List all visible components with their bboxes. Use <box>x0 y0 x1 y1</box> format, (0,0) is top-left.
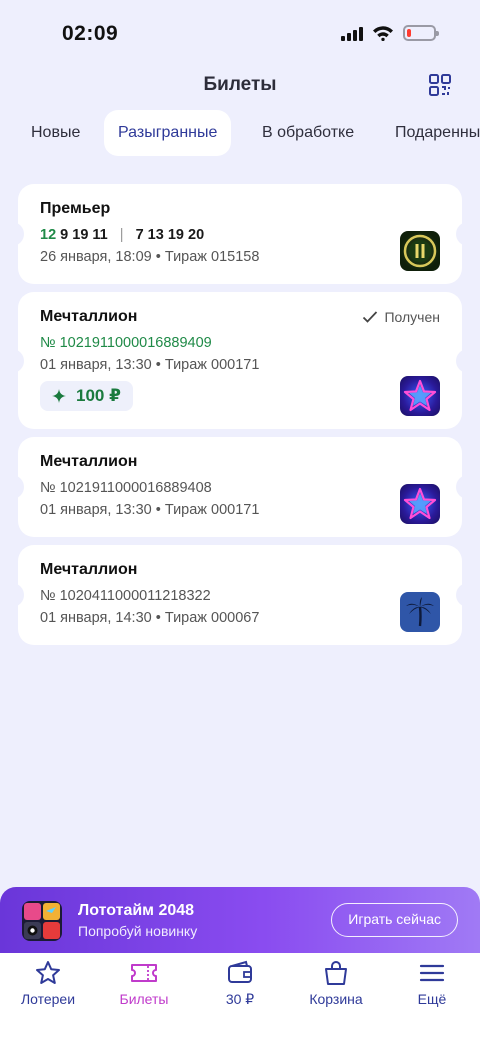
wallet-icon <box>228 960 252 983</box>
ticket-details: 26 января, 18:09 • Тираж 015158 <box>40 249 260 265</box>
status-time: 02:09 <box>62 22 119 45</box>
ticket-card[interactable]: Мечталлион Получен № 1021911000016889409… <box>12 292 468 429</box>
sparkle-icon <box>52 389 66 403</box>
ticket-card[interactable]: Мечталлион № 1020411000011218322 01 янва… <box>12 545 468 645</box>
battery-icon <box>403 25 439 41</box>
ticket-card[interactable]: Мечталлион № 1021911000016889408 01 янва… <box>12 437 468 537</box>
header: Билеты <box>0 70 480 102</box>
ticket-title: Мечталлион <box>40 308 138 325</box>
ticket-title: Мечталлион <box>40 561 138 578</box>
tab-drawn[interactable]: Разыгранные <box>104 110 232 156</box>
matched-number: 12 <box>40 227 57 243</box>
nav-item-lotteries[interactable]: Лотереи <box>0 959 96 1007</box>
numbers-separator: | <box>119 227 124 243</box>
tab-processing[interactable]: В обработке <box>248 110 368 156</box>
ticket-tabs: Новые Разыгранные В обработке Подаренные <box>0 110 480 158</box>
ticket-details: 01 января, 13:30 • Тираж 000171 <box>40 357 260 373</box>
shopping-bag-icon <box>325 961 347 985</box>
lototime-game-icon <box>22 901 62 941</box>
ticket-details: 01 января, 14:30 • Тираж 000067 <box>40 610 260 626</box>
cellular-signal-icon <box>341 25 363 41</box>
nav-item-more[interactable]: Ещё <box>384 959 480 1007</box>
ticket-status-label: Получен <box>384 309 440 325</box>
wifi-icon <box>373 26 393 41</box>
tab-gifted[interactable]: Подаренные <box>381 110 480 156</box>
promo-title: Лототайм 2048 <box>78 902 195 919</box>
ticket-numbers-second: 7 13 19 20 <box>135 227 205 243</box>
play-now-button[interactable]: Играть сейчас <box>331 903 458 937</box>
nav-label: Корзина <box>309 991 363 1007</box>
qr-code-icon <box>429 74 451 96</box>
nav-label: Лотереи <box>20 991 76 1007</box>
page-title: Билеты <box>203 74 277 95</box>
ticket-number: № 1020411000011218322 <box>40 588 211 604</box>
promo-banner[interactable]: Лототайм 2048 Попробуй новинку Играть се… <box>0 887 480 953</box>
bottom-navigation: Лотереи Билеты 30 ₽ Корзина Ещё <box>0 953 480 1043</box>
status-icons <box>341 25 439 41</box>
qr-code-button[interactable] <box>428 73 452 97</box>
star-icon <box>36 961 60 984</box>
ticket-card[interactable]: Премьер 12 9 19 11 | 7 13 19 20 26 январ… <box>12 184 468 284</box>
ticket-status: Получен <box>362 309 440 325</box>
nav-label: Билеты <box>119 991 169 1007</box>
ticket-details: 01 января, 13:30 • Тираж 000171 <box>40 502 260 518</box>
prize-badge: 100 ₽ <box>40 381 133 411</box>
nav-item-tickets[interactable]: Билеты <box>96 959 192 1007</box>
promo-subtitle: Попробуй новинку <box>78 923 198 939</box>
nav-item-wallet[interactable]: 30 ₽ <box>192 959 288 1008</box>
ticket-number: № 1021911000016889409 <box>40 335 212 351</box>
palm-lottery-icon <box>400 592 440 632</box>
checkmark-icon <box>363 311 378 323</box>
nav-label: Ещё <box>417 991 447 1007</box>
ticket-numbers: 12 9 19 11 | 7 13 19 20 <box>40 227 204 243</box>
premier-lottery-icon <box>400 231 440 271</box>
prize-amount: 100 ₽ <box>76 386 121 405</box>
ticket-number: № 1021911000016889408 <box>40 480 212 496</box>
ticket-numbers-first: 9 19 11 <box>60 227 108 243</box>
tab-new[interactable]: Новые <box>17 110 94 156</box>
star-lottery-icon <box>400 376 440 416</box>
star-lottery-icon <box>400 484 440 524</box>
ticket-icon <box>131 964 157 982</box>
nav-item-cart[interactable]: Корзина <box>288 959 384 1007</box>
nav-label: 30 ₽ <box>225 991 255 1007</box>
status-bar: 02:09 <box>0 0 480 70</box>
ticket-title: Мечталлион <box>40 453 138 470</box>
menu-icon <box>419 964 445 982</box>
ticket-title: Премьер <box>40 200 111 217</box>
